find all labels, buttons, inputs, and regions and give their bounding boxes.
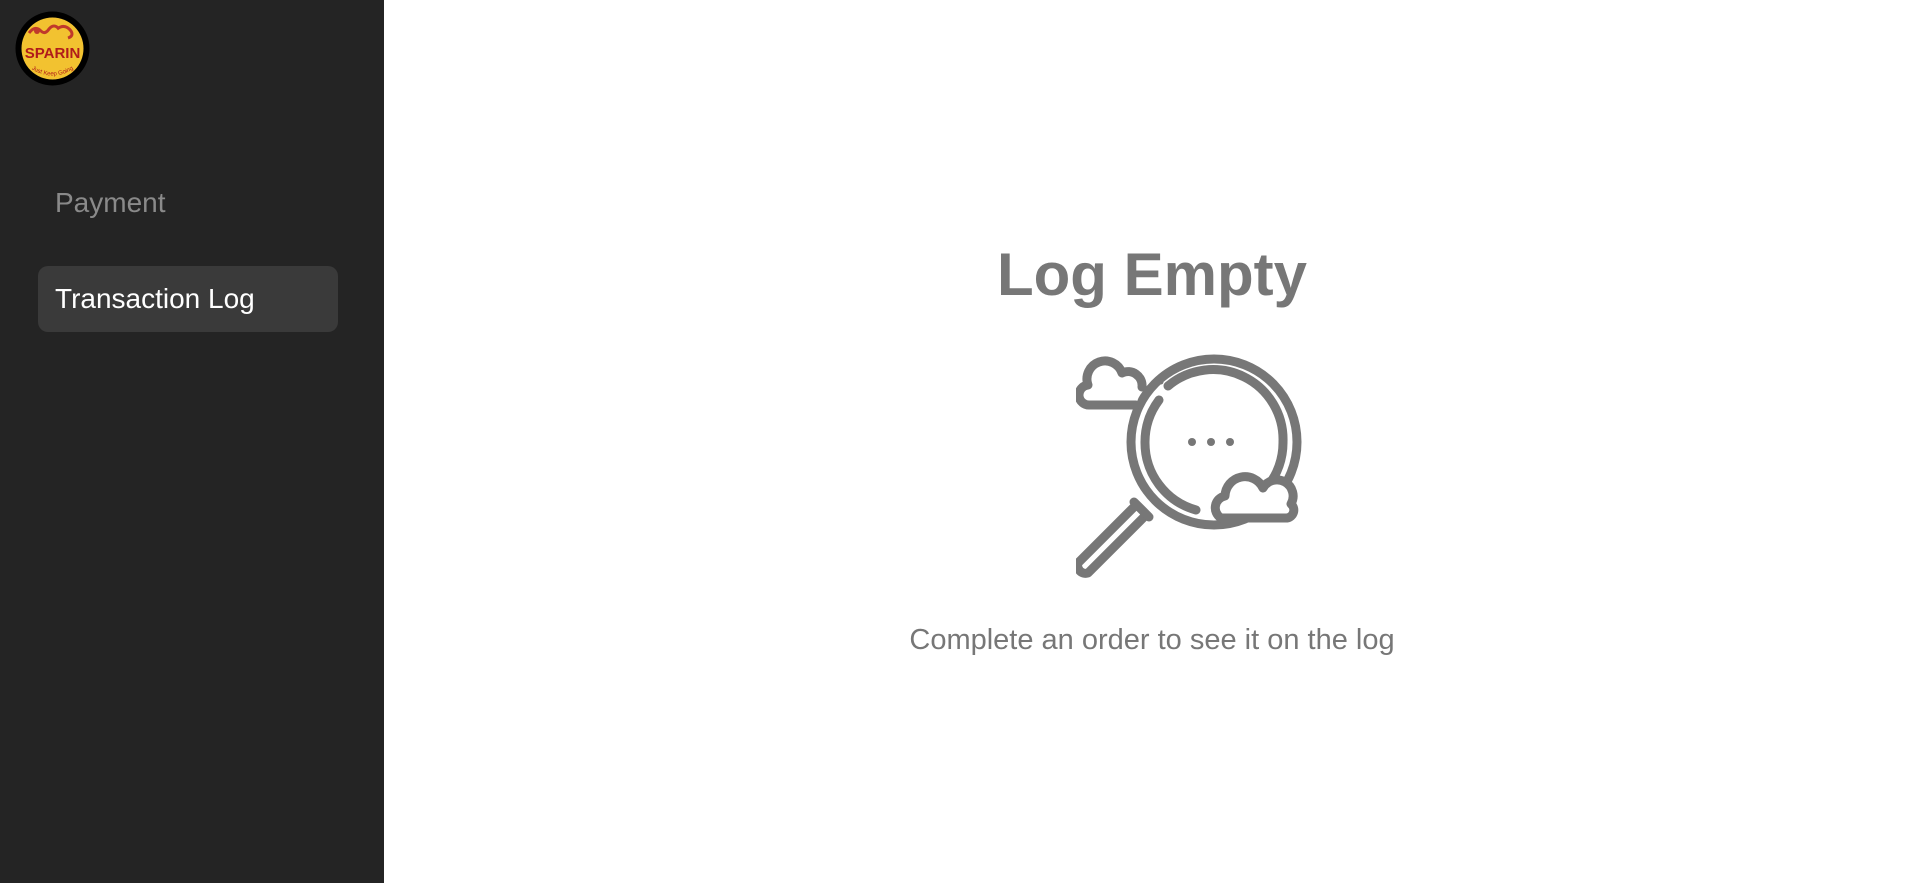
sidebar-item-label: Transaction Log — [55, 283, 255, 314]
sparin-logo-icon[interactable]: SPARIN Just Keep Going — [15, 11, 90, 86]
sidebar-item-transaction-log[interactable]: Transaction Log — [38, 266, 338, 332]
magnifier-clouds-icon — [1073, 350, 1306, 582]
sidebar-item-label: Payment — [55, 187, 166, 218]
empty-state-title: Log Empty — [997, 241, 1307, 308]
sidebar-nav: Payment Transaction Log — [38, 170, 338, 362]
empty-state-subtitle: Complete an order to see it on the log — [909, 624, 1395, 656]
sidebar-item-payment[interactable]: Payment — [38, 170, 338, 236]
main-content: Log Empty Complete an order to see it on… — [384, 0, 1920, 883]
app: SPARIN Just Keep Going Payment Transacti… — [0, 0, 1920, 883]
sidebar: SPARIN Just Keep Going Payment Transacti… — [0, 0, 384, 883]
logo-text: SPARIN — [25, 45, 81, 62]
